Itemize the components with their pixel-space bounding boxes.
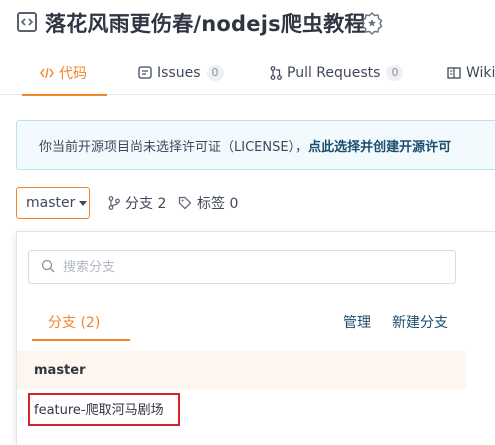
tag-icon	[178, 196, 192, 210]
tab-code[interactable]: 代码	[22, 50, 107, 96]
branch-search-input[interactable]	[63, 259, 443, 275]
wiki-icon	[447, 66, 461, 79]
tab-code-label: 代码	[59, 65, 87, 82]
license-notice-text: 你当前开源项目尚未选择许可证（LICENSE），	[39, 139, 309, 155]
tab-wiki-label: Wiki	[466, 64, 495, 81]
branches-link[interactable]: 分支 2	[108, 187, 166, 219]
recommend-badge-icon[interactable]	[360, 11, 384, 35]
code-icon	[40, 67, 54, 79]
branch-search-box	[28, 250, 456, 284]
pull-requests-count: 0	[386, 64, 404, 81]
branch-select-button[interactable]: master	[16, 187, 90, 219]
branch-item-label: master	[34, 362, 86, 378]
highlight-box	[28, 393, 180, 426]
tags-link[interactable]: 标签 0	[178, 187, 238, 219]
tags-count-label: 标签 0	[197, 196, 239, 212]
search-icon	[41, 258, 55, 277]
branch-item-master[interactable]: master	[17, 351, 466, 389]
tab-pull-requests-label: Pull Requests	[287, 64, 381, 81]
issues-icon	[138, 66, 152, 79]
branch-icon	[108, 196, 120, 210]
repo-title[interactable]: 落花风雨更伤春/nodejs爬虫教程	[45, 8, 366, 38]
branch-list: master feature-爬取河马剧场	[17, 351, 495, 427]
branch-dropdown: 分支 (2) 管理 新建分支 master feature-爬取河马剧场	[16, 231, 495, 445]
create-license-link[interactable]: 点此选择并创建开源许可	[308, 136, 451, 155]
license-notice: 你当前开源项目尚未选择许可证（LICENSE）， 点此选择并创建开源许可	[16, 120, 495, 170]
branches-count-label: 分支 2	[125, 196, 167, 212]
caret-down-icon	[79, 200, 88, 206]
tab-issues-label: Issues	[157, 64, 201, 81]
branch-item-feature[interactable]: feature-爬取河马剧场	[17, 389, 495, 427]
pull-request-icon	[270, 65, 282, 80]
tab-pull-requests[interactable]: Pull Requests 0	[270, 50, 404, 95]
repo-header: 落花风雨更伤春/nodejs爬虫教程	[0, 0, 495, 48]
new-branch-link[interactable]: 新建分支	[392, 312, 448, 332]
repo-icon	[17, 12, 37, 32]
manage-branches-link[interactable]: 管理	[343, 312, 371, 332]
dropdown-tabs: 分支 (2) 管理 新建分支	[17, 304, 495, 341]
repo-tabs: 代码 Issues 0 Pull Requests 0 Wiki	[0, 50, 495, 96]
issues-count: 0	[206, 64, 224, 81]
tab-branches[interactable]: 分支 (2)	[31, 312, 131, 341]
current-branch-label: master	[26, 195, 76, 211]
tab-wiki[interactable]: Wiki	[447, 50, 495, 95]
tab-issues[interactable]: Issues 0	[138, 50, 224, 95]
